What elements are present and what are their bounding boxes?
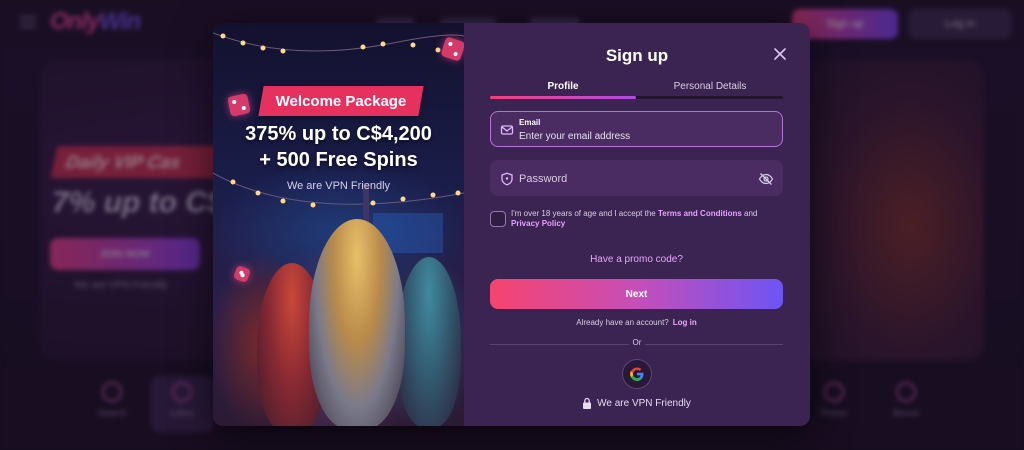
close-button[interactable] [769,43,791,65]
shield-icon [501,172,513,186]
login-link[interactable]: Log in [673,318,697,327]
promo-panel: Welcome Package 375% up to C$4,200 + 500… [213,23,464,426]
eye-off-icon[interactable] [758,171,774,187]
email-label: Email [519,118,541,127]
next-button[interactable]: Next [490,279,783,309]
promo-code-link[interactable]: Have a promo code? [490,254,783,265]
vpn-friendly-row: We are VPN Friendly [490,397,783,410]
lock-icon [583,397,592,409]
dice-decoration [227,93,251,117]
tab-profile[interactable]: Profile [490,81,636,92]
email-input[interactable] [519,129,769,143]
tab-progress-fill [490,96,636,99]
bonus-line-2: + 500 Free Spins [259,149,418,171]
password-input[interactable] [519,171,749,187]
bonus-line-1: 375% up to C$4,200 [245,123,432,145]
close-icon [774,48,786,60]
password-field[interactable] [490,160,783,196]
terms-link[interactable]: Terms and Conditions [658,209,742,218]
envelope-icon [500,125,514,135]
already-account-row: Already have an account? Log in [576,318,697,327]
character-blonde [309,219,405,426]
tab-personal-details[interactable]: Personal Details [637,81,783,92]
bonus-headline: 375% up to C$4,200 + 500 Free Spins [213,121,464,173]
privacy-policy-link[interactable]: Privacy Policy [511,219,565,228]
modal-title: Sign up [605,46,669,65]
google-signin-button[interactable] [622,359,652,389]
terms-text: I'm over 18 years of age and I accept th… [511,209,758,228]
welcome-package-label: Welcome Package [275,92,407,110]
age-terms-checkbox[interactable] [490,211,506,227]
google-icon [630,367,644,381]
or-text: Or [629,338,645,347]
email-field[interactable]: Email [490,111,783,147]
character-teal-hair [397,257,461,426]
promo-vpn-text: We are VPN Friendly [286,180,391,192]
